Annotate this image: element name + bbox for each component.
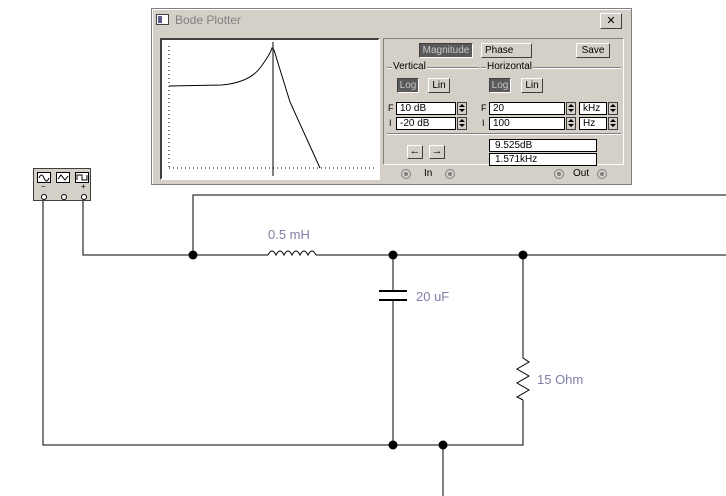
horizontal-lin-button[interactable]: Lin: [521, 78, 543, 93]
inductor-label: 0.5 mH: [268, 227, 310, 242]
in-terminal-positive[interactable]: [401, 169, 411, 179]
horizontal-final-tag: F: [481, 103, 487, 113]
app-icon: [156, 14, 169, 25]
junction-dot: [518, 250, 528, 260]
junction-dot: [438, 440, 448, 450]
phase-button[interactable]: Phase: [481, 43, 532, 58]
vertical-log-button[interactable]: Log: [397, 78, 419, 93]
vertical-final-field[interactable]: 10 dB: [396, 102, 456, 115]
common-terminal[interactable]: [61, 194, 67, 200]
function-generator[interactable]: − +: [33, 168, 91, 201]
wire: [192, 194, 726, 255]
close-icon[interactable]: ✕: [600, 13, 622, 29]
save-button[interactable]: Save: [576, 43, 610, 58]
bode-plotter-window: Bode Plotter ✕ Magnitude Phase Save Vert…: [151, 8, 632, 185]
minus-symbol: −: [41, 182, 46, 191]
magnitude-curve: [168, 47, 321, 169]
vertical-lin-button[interactable]: Lin: [428, 78, 450, 93]
magnitude-button[interactable]: Magnitude: [419, 43, 473, 58]
magnitude-readout: 9.525dB: [489, 139, 597, 152]
junction-dot: [188, 250, 198, 260]
vertical-final-tag: F: [388, 103, 394, 113]
minus-terminal[interactable]: [41, 194, 47, 200]
horizontal-initial-unit[interactable]: Hz: [579, 117, 607, 130]
inductor-symbol: [267, 250, 317, 257]
in-terminal-negative[interactable]: [445, 169, 455, 179]
horizontal-log-button[interactable]: Log: [489, 78, 511, 93]
out-terminal-positive[interactable]: [554, 169, 564, 179]
readout-separator: [387, 133, 621, 135]
horizontal-initial-unit-spinner[interactable]: [608, 117, 618, 130]
junction-dot: [388, 250, 398, 260]
wire: [82, 200, 268, 256]
vertical-initial-field[interactable]: -20 dB: [396, 117, 456, 130]
vertical-initial-spinner[interactable]: [457, 117, 467, 130]
vertical-label: Vertical: [392, 61, 427, 72]
out-terminal-negative[interactable]: [597, 169, 607, 179]
horizontal-initial-tag: I: [482, 118, 485, 128]
window-title: Bode Plotter: [175, 13, 242, 27]
in-label: In: [424, 168, 433, 179]
resistor-label: 15 Ohm: [537, 372, 583, 387]
right-arrow-icon[interactable]: →: [429, 145, 445, 159]
magnitude-plot: [168, 42, 374, 176]
triangle-wave-icon[interactable]: [56, 172, 70, 183]
vertical-initial-tag: I: [389, 118, 392, 128]
horizontal-final-field[interactable]: 20: [489, 102, 565, 115]
out-label: Out: [573, 168, 590, 179]
junction-dot: [388, 440, 398, 450]
title-bar[interactable]: Bode Plotter ✕: [154, 11, 629, 31]
horizontal-final-unit-spinner[interactable]: [608, 102, 618, 115]
capacitor-label: 20 uF: [416, 289, 449, 304]
horizontal-final-spinner[interactable]: [566, 102, 576, 115]
resistor-symbol: [515, 355, 530, 401]
horizontal-initial-field[interactable]: 100: [489, 117, 565, 130]
horizontal-initial-spinner[interactable]: [566, 117, 576, 130]
horizontal-final-unit[interactable]: kHz: [579, 102, 607, 115]
bode-plot-display[interactable]: [160, 38, 380, 180]
frequency-readout: 1.571kHz: [489, 153, 597, 166]
plus-terminal[interactable]: [81, 194, 87, 200]
vertical-final-spinner[interactable]: [457, 102, 467, 115]
horizontal-label: Horizontal: [486, 61, 534, 72]
left-arrow-icon[interactable]: ←: [407, 145, 423, 159]
control-panel: Magnitude Phase Save Vertical Log Lin F …: [383, 38, 624, 166]
plus-symbol: +: [81, 182, 86, 191]
